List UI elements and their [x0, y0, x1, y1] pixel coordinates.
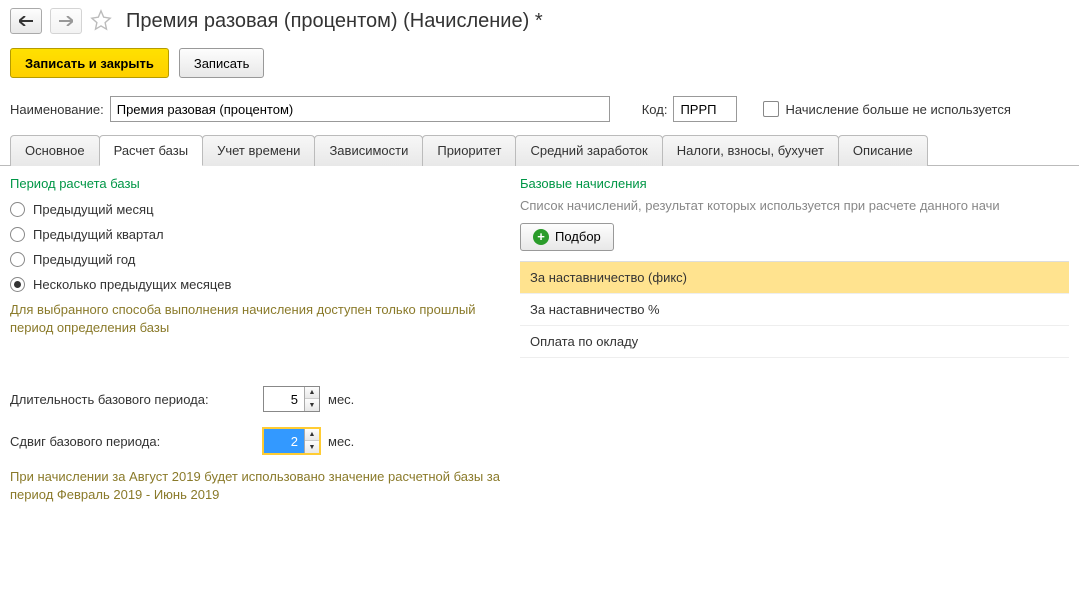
- radio-label: Предыдущий месяц: [33, 202, 154, 217]
- tab-1[interactable]: Расчет базы: [99, 135, 204, 166]
- base-section-title: Базовые начисления: [520, 176, 1069, 191]
- code-label: Код:: [642, 102, 668, 117]
- shift-label: Сдвиг базового периода:: [10, 434, 255, 449]
- duration-spinner[interactable]: ▲ ▼: [263, 386, 320, 412]
- favorite-star-icon[interactable]: [90, 9, 112, 34]
- calculation-note: При начислении за Август 2019 будет испо…: [10, 468, 500, 503]
- radio-label: Несколько предыдущих месяцев: [33, 277, 231, 292]
- forward-button[interactable]: [50, 8, 82, 34]
- save-and-close-button[interactable]: Записать и закрыть: [10, 48, 169, 78]
- period-radio-3[interactable]: Несколько предыдущих месяцев: [10, 272, 500, 297]
- disabled-checkbox[interactable]: [763, 101, 779, 117]
- plus-icon: +: [533, 229, 549, 245]
- period-note: Для выбранного способа выполнения начисл…: [10, 301, 500, 336]
- tab-2[interactable]: Учет времени: [202, 135, 315, 166]
- pick-label: Подбор: [555, 229, 601, 244]
- tab-5[interactable]: Средний заработок: [515, 135, 662, 166]
- pick-button[interactable]: + Подбор: [520, 223, 614, 251]
- tab-7[interactable]: Описание: [838, 135, 928, 166]
- shift-down-button[interactable]: ▼: [305, 441, 319, 453]
- period-radio-0[interactable]: Предыдущий месяц: [10, 197, 500, 222]
- list-item[interactable]: За наставничество (фикс): [520, 262, 1069, 294]
- base-hint: Список начислений, результат которых исп…: [520, 197, 1069, 215]
- tab-4[interactable]: Приоритет: [422, 135, 516, 166]
- radio-icon: [10, 227, 25, 242]
- tab-6[interactable]: Налоги, взносы, бухучет: [662, 135, 839, 166]
- disabled-label: Начисление больше не используется: [785, 102, 1010, 117]
- radio-icon: [10, 202, 25, 217]
- shift-input[interactable]: [264, 429, 304, 453]
- radio-label: Предыдущий квартал: [33, 227, 164, 242]
- list-item[interactable]: Оплата по окладу: [520, 326, 1069, 358]
- tab-3[interactable]: Зависимости: [314, 135, 423, 166]
- duration-input[interactable]: [264, 387, 304, 411]
- shift-spinner[interactable]: ▲ ▼: [263, 428, 320, 454]
- name-input[interactable]: [110, 96, 610, 122]
- back-button[interactable]: [10, 8, 42, 34]
- period-radio-2[interactable]: Предыдущий год: [10, 247, 500, 272]
- shift-up-button[interactable]: ▲: [305, 429, 319, 441]
- period-radio-1[interactable]: Предыдущий квартал: [10, 222, 500, 247]
- duration-unit: мес.: [328, 392, 354, 407]
- name-label: Наименование:: [10, 102, 104, 117]
- radio-label: Предыдущий год: [33, 252, 135, 267]
- page-title: Премия разовая (процентом) (Начисление) …: [126, 10, 543, 33]
- radio-icon: [10, 277, 25, 292]
- duration-down-button[interactable]: ▼: [305, 399, 319, 411]
- duration-label: Длительность базового периода:: [10, 392, 255, 407]
- period-section-title: Период расчета базы: [10, 176, 500, 191]
- radio-icon: [10, 252, 25, 267]
- save-button[interactable]: Записать: [179, 48, 265, 78]
- tab-0[interactable]: Основное: [10, 135, 100, 166]
- list-item[interactable]: За наставничество %: [520, 294, 1069, 326]
- shift-unit: мес.: [328, 434, 354, 449]
- duration-up-button[interactable]: ▲: [305, 387, 319, 399]
- code-input[interactable]: [673, 96, 737, 122]
